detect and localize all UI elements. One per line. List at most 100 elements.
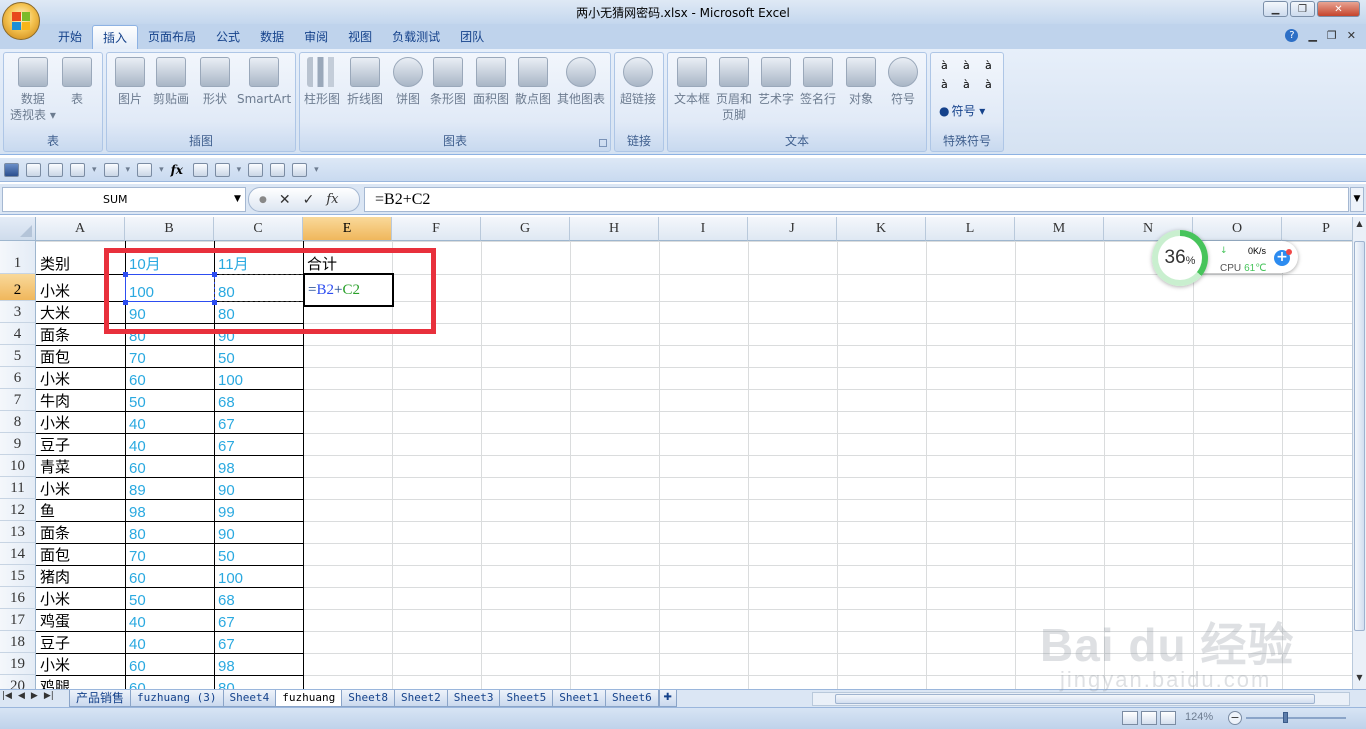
minimize-button[interactable]: ▁ — [1263, 1, 1288, 17]
cell-c14[interactable]: 50 — [214, 543, 303, 565]
cell-a15[interactable]: 猪肉 — [36, 565, 125, 587]
row-header-6[interactable]: 6 — [0, 367, 36, 389]
column-header-g[interactable]: G — [481, 217, 570, 241]
cell-c13[interactable]: 90 — [214, 521, 303, 543]
column-chart-button[interactable]: 柱形图 — [304, 57, 340, 107]
cell-a14[interactable]: 面包 — [36, 543, 125, 565]
row-header-19[interactable]: 19 — [0, 653, 36, 675]
cell-b12[interactable]: 98 — [125, 499, 214, 521]
header-footer-button[interactable]: 页眉和 页脚 — [716, 57, 752, 123]
column-header-a[interactable]: A — [36, 217, 125, 241]
sheet-tab-8[interactable]: Sheet1 — [552, 690, 606, 707]
column-header-h[interactable]: H — [570, 217, 659, 241]
special-char-0[interactable]: à — [941, 59, 963, 72]
row-header-5[interactable]: 5 — [0, 345, 36, 367]
textbox-button[interactable]: 文本框 — [674, 57, 710, 107]
cell-a8[interactable]: 小米 — [36, 411, 125, 433]
cell-c10[interactable]: 98 — [214, 455, 303, 477]
cell-a16[interactable]: 小米 — [36, 587, 125, 609]
normal-view-button[interactable] — [1122, 711, 1138, 725]
print-icon[interactable] — [70, 162, 85, 177]
other-charts-button[interactable]: 其他图表 — [557, 57, 605, 107]
sheet-tab-9[interactable]: Sheet6 — [604, 690, 659, 707]
row-header-15[interactable]: 15 — [0, 565, 36, 587]
row-header-12[interactable]: 12 — [0, 499, 36, 521]
row-header-3[interactable]: 3 — [0, 301, 36, 323]
ribbon-tab-3[interactable]: 公式 — [206, 25, 250, 49]
dropdown-arrow-icon[interactable]: ▾ — [92, 165, 97, 175]
smartart-button[interactable]: SmartArt — [237, 57, 291, 107]
format-icon[interactable] — [137, 162, 153, 177]
worksheet-grid[interactable]: ABCEFGHIJKLMNOP 1 2 3 4 5 6 7 8 9 10 11 12 13 14 15 16 1… — [0, 217, 1352, 689]
vertical-scrollbar[interactable]: ▲ ▼ — [1352, 217, 1366, 689]
column-header-l[interactable]: L — [926, 217, 1015, 241]
pie-chart-button[interactable]: 饼图 — [393, 57, 423, 107]
cell-c17[interactable]: 67 — [214, 609, 303, 631]
ribbon-tab-2[interactable]: 页面布局 — [138, 25, 206, 49]
clipart-button[interactable]: 剪贴画 — [153, 57, 189, 107]
cell-b13[interactable]: 80 — [125, 521, 214, 543]
cell-a11[interactable]: 小米 — [36, 477, 125, 499]
cell-b7[interactable]: 50 — [125, 389, 214, 411]
column-header-m[interactable]: M — [1015, 217, 1104, 241]
ribbon-tab-0[interactable]: 开始 — [48, 25, 92, 49]
grid-icon[interactable] — [192, 162, 208, 177]
cell-b14[interactable]: 70 — [125, 543, 214, 565]
cell-a20[interactable]: 鸡腿 — [36, 675, 125, 689]
ribbon-tab-5[interactable]: 审阅 — [294, 25, 338, 49]
cancel-formula-icon[interactable]: ✕ — [279, 192, 291, 208]
pivot-table-button[interactable]: 数据 透视表 ▾ — [10, 57, 56, 123]
horizontal-scroll-thumb[interactable] — [835, 694, 1315, 704]
sheet-tab-5[interactable]: Sheet2 — [393, 690, 448, 707]
zoom-slider[interactable] — [1246, 717, 1346, 719]
cell-a5[interactable]: 面包 — [36, 345, 125, 367]
cell-a10[interactable]: 青菜 — [36, 455, 125, 477]
special-char-1[interactable]: à — [963, 59, 985, 72]
cell-c11[interactable]: 90 — [214, 477, 303, 499]
cell-a7[interactable]: 牛肉 — [36, 389, 125, 411]
cell-c15[interactable]: 100 — [214, 565, 303, 587]
special-char-5[interactable]: à — [985, 78, 1007, 91]
undo-dropdown-icon[interactable]: ▾ — [126, 165, 131, 175]
formula-input[interactable]: =B2+C2 — [364, 187, 1349, 212]
ribbon-tab-8[interactable]: 团队 — [450, 25, 494, 49]
cell-b6[interactable]: 60 — [125, 367, 214, 389]
save-icon[interactable] — [4, 162, 19, 177]
page-break-view-button[interactable] — [1160, 711, 1176, 725]
area-chart-button[interactable]: 面积图 — [473, 57, 509, 107]
sheet-tab-0[interactable]: 产品销售 — [69, 690, 132, 707]
row-header-2[interactable]: 2 — [0, 274, 36, 301]
hyperlink-button[interactable]: 超链接 — [620, 57, 656, 107]
zoom-level[interactable]: 124% — [1185, 711, 1213, 723]
enter-formula-icon[interactable]: ✓ — [303, 192, 315, 208]
column-header-b[interactable]: B — [125, 217, 214, 241]
shapes-button[interactable]: 形状 — [200, 57, 230, 107]
cell-a9[interactable]: 豆子 — [36, 433, 125, 455]
copy-icon[interactable] — [292, 162, 308, 177]
symbol-button[interactable]: 符号 — [888, 57, 918, 107]
help-icon[interactable]: ? — [1285, 29, 1299, 42]
cell-b9[interactable]: 40 — [125, 433, 214, 455]
row-header-10[interactable]: 10 — [0, 455, 36, 477]
cell-c6[interactable]: 100 — [214, 367, 303, 389]
cell-b8[interactable]: 40 — [125, 411, 214, 433]
open-icon[interactable] — [26, 162, 41, 177]
ribbon-tab-1[interactable]: 插入 — [92, 25, 139, 49]
select-all-button[interactable] — [0, 217, 36, 241]
row-header-18[interactable]: 18 — [0, 631, 36, 653]
cell-b20[interactable]: 60 — [125, 675, 214, 689]
column-header-e[interactable]: E — [303, 217, 392, 241]
insert-function-button[interactable]: fx — [326, 192, 338, 207]
page-layout-view-button[interactable] — [1141, 711, 1157, 725]
paste-dropdown-icon[interactable]: ▾ — [237, 165, 242, 175]
special-char-2[interactable]: à — [985, 59, 1007, 72]
scroll-up-icon[interactable]: ▲ — [1353, 219, 1366, 231]
row-header-17[interactable]: 17 — [0, 609, 36, 631]
prev-sheet-icon[interactable]: ◀ — [18, 691, 25, 701]
scatter-chart-button[interactable]: 散点图 — [515, 57, 551, 107]
line-chart-button[interactable]: 折线图 — [347, 57, 383, 107]
sheet-tab-1[interactable]: fuzhuang (3) — [130, 690, 224, 707]
row-header-4[interactable]: 4 — [0, 323, 36, 345]
column-header-k[interactable]: K — [837, 217, 926, 241]
cell-b17[interactable]: 40 — [125, 609, 214, 631]
